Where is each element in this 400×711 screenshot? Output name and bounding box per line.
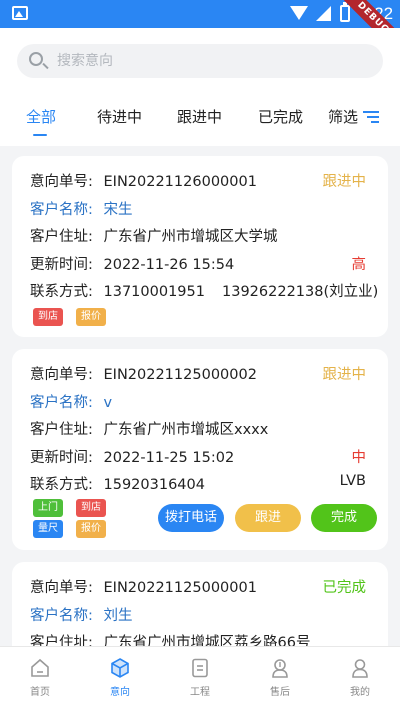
signal-icon xyxy=(316,6,331,21)
home-icon xyxy=(31,658,49,677)
customer-name: v xyxy=(103,395,113,411)
status-badge: 跟进中 xyxy=(322,367,367,383)
filter-icon[interactable] xyxy=(363,111,379,123)
tab-following[interactable]: 跟进中 xyxy=(177,106,222,127)
order-number-row: 意向单号: EIN20221125000002 xyxy=(30,367,257,383)
tag-quote: 报价 xyxy=(76,308,106,326)
tab-bar: 全部 待进中 跟进中 已完成 筛选 xyxy=(0,100,400,140)
contact-row: 联系方式: 13710001951 xyxy=(30,284,205,300)
order-number-row: 意向单号: EIN20221125000001 xyxy=(30,580,257,596)
user-icon xyxy=(352,659,368,678)
customer-row: 客户名称: v xyxy=(30,395,113,411)
order-number: EIN20221126000001 xyxy=(103,174,257,190)
search-icon xyxy=(29,52,43,66)
address-row: 客户住址: 广东省广州市增城区xxxx xyxy=(30,422,269,438)
tag-home-visit: 上门 xyxy=(33,499,63,517)
order-number: EIN20221125000002 xyxy=(103,367,257,383)
intent-card[interactable]: 意向单号: EIN20221126000001 跟进中 客户名称: 宋生 客户住… xyxy=(12,156,388,337)
tag-quote: 报价 xyxy=(76,520,106,538)
customer-row: 客户名称: 宋生 xyxy=(30,202,133,218)
nav-intent[interactable]: 意向 xyxy=(80,647,160,711)
tag-visit-store: 到店 xyxy=(33,308,63,326)
updated-time: 2022-11-25 15:02 xyxy=(103,450,235,466)
customer-address: 广东省广州市增城区xxxx xyxy=(103,422,269,438)
customer-name: 宋生 xyxy=(103,202,133,218)
nav-project[interactable]: 工程 xyxy=(160,647,240,711)
filter-button-label[interactable]: 筛选 xyxy=(328,106,358,127)
contact-phone: 15920316404 xyxy=(103,477,205,493)
address-row: 客户住址: 广东省广州市增城区大学城 xyxy=(30,229,278,245)
complete-button[interactable]: 完成 xyxy=(311,504,377,532)
tab-completed[interactable]: 已完成 xyxy=(258,106,303,127)
tab-all[interactable]: 全部 xyxy=(26,106,56,127)
status-bar: 4:22 DEBUG xyxy=(0,0,400,63)
battery-icon xyxy=(340,2,350,22)
address-row: 客户住址: 广东省广州市增城区荔乡路66号 xyxy=(30,631,310,646)
nav-home[interactable]: 首页 xyxy=(0,647,80,711)
tag-measure: 量尺 xyxy=(33,520,63,538)
customer-name: 刘生 xyxy=(103,608,133,624)
wifi-icon xyxy=(290,6,308,20)
updated-row: 更新时间: 2022-11-26 15:54 xyxy=(30,257,235,273)
contact-secondary: 13926222138(刘立业) xyxy=(222,284,379,300)
customer-address: 广东省广州市增城区大学城 xyxy=(103,229,278,245)
intent-list: 意向单号: EIN20221126000001 跟进中 客户名称: 宋生 客户住… xyxy=(0,146,400,646)
customer-address: 广东省广州市增城区荔乡路66号 xyxy=(103,635,311,646)
priority-badge: 中 xyxy=(351,450,367,466)
search-input[interactable] xyxy=(57,44,367,78)
gallery-icon xyxy=(12,6,28,20)
updated-row: 更新时间: 2022-11-25 15:02 xyxy=(30,450,235,466)
order-number-row: 意向单号: EIN20221126000001 xyxy=(30,174,257,190)
document-icon xyxy=(192,658,208,678)
intent-card[interactable]: 意向单号: EIN20221125000001 已完成 客户名称: 刘生 客户住… xyxy=(12,562,388,646)
nav-after-sales[interactable]: 售后 xyxy=(240,647,320,711)
service-icon xyxy=(272,659,288,678)
contact-phone: 13710001951 xyxy=(103,284,205,300)
active-tab-indicator xyxy=(33,134,47,136)
intent-card[interactable]: 意向单号: EIN20221125000002 跟进中 客户名称: v 客户住址… xyxy=(12,349,388,550)
nav-mine[interactable]: 我的 xyxy=(320,647,400,711)
customer-row: 客户名称: 刘生 xyxy=(30,608,133,624)
header: 全部 待进中 跟进中 已完成 筛选 xyxy=(0,28,400,146)
call-button[interactable]: 拨打电话 xyxy=(158,504,224,532)
tab-pending[interactable]: 待进中 xyxy=(97,106,142,127)
updated-time: 2022-11-26 15:54 xyxy=(103,257,235,273)
follow-up-button[interactable]: 跟进 xyxy=(235,504,301,532)
status-badge: 跟进中 xyxy=(322,174,367,190)
cube-icon xyxy=(111,658,129,678)
status-badge: 已完成 xyxy=(322,580,367,596)
order-number: EIN20221125000001 xyxy=(103,580,257,596)
contact-secondary: LVB xyxy=(339,473,366,489)
search-bar[interactable] xyxy=(17,44,383,78)
priority-badge: 高 xyxy=(351,257,367,273)
bottom-nav: 首页 意向 工程 售后 我的 xyxy=(0,646,400,711)
tag-visit-store: 到店 xyxy=(76,499,106,517)
contact-row: 联系方式: 15920316404 xyxy=(30,477,205,493)
